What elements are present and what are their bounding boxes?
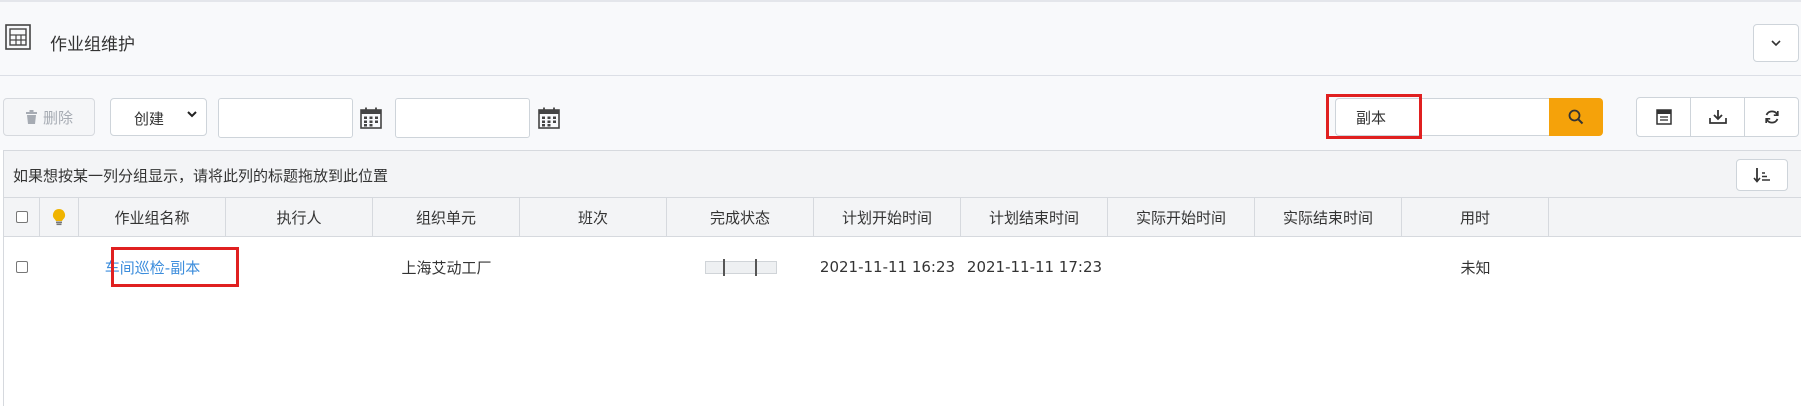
lightbulb-icon	[52, 208, 66, 226]
create-dropdown[interactable]: 创建	[110, 98, 207, 136]
report-grid-icon	[5, 24, 31, 50]
org-unit-cell: 上海艾动工厂	[401, 258, 492, 277]
completion-cell	[667, 237, 814, 297]
collapse-button[interactable]	[1753, 24, 1799, 62]
executor-cell	[226, 237, 373, 297]
export-icon	[1708, 110, 1727, 124]
column-header[interactable]: 实际结束时间	[1255, 198, 1402, 236]
column-header[interactable]: 实际开始时间	[1108, 198, 1255, 236]
grid-tools	[1636, 97, 1799, 137]
column-header[interactable]: 计划开始时间	[814, 198, 961, 236]
group-name-link[interactable]: 车间巡检-副本	[105, 257, 200, 278]
table-row[interactable]: 车间巡检-副本 上海艾动工厂 2021-11-11 16:23 2021-11-…	[4, 237, 1801, 297]
chevron-down-icon	[1771, 40, 1781, 47]
select-all-checkbox[interactable]	[15, 211, 28, 223]
page-header: 作业组维护	[0, 2, 1801, 76]
group-hint: 如果想按某一列分组显示，请将此列的标题拖放到此位置	[13, 167, 389, 185]
search-icon	[1568, 109, 1584, 125]
duration-cell: 未知	[1460, 258, 1491, 277]
column-header[interactable]: 用时	[1402, 198, 1549, 236]
delete-label: 删除	[42, 108, 73, 127]
delete-button[interactable]: 删除	[3, 98, 95, 136]
actual-end-cell	[1255, 237, 1402, 297]
actual-start-cell	[1108, 237, 1255, 297]
hint-column-header	[40, 198, 79, 236]
column-chooser-button[interactable]	[1637, 98, 1691, 136]
row-checkbox[interactable]	[16, 261, 28, 273]
trash-icon	[25, 110, 37, 124]
progress-tick	[754, 258, 757, 276]
name-cell: 车间巡检-副本	[79, 237, 226, 297]
sort-button[interactable]	[1736, 159, 1788, 191]
search-box	[1335, 98, 1603, 136]
shift-cell	[520, 237, 667, 297]
column-header[interactable]: 组织单元	[373, 198, 520, 236]
calendar-icon[interactable]	[360, 107, 382, 129]
refresh-button[interactable]	[1745, 98, 1798, 136]
table-header: 作业组名称 执行人 组织单元 班次 完成状态 计划开始时间 计划结束时间 实际开…	[4, 198, 1801, 237]
toolbar: 删除 创建	[0, 76, 1801, 150]
column-header[interactable]: 完成状态	[667, 198, 814, 236]
sort-icon	[1753, 168, 1770, 183]
row-select-cell	[4, 237, 40, 297]
export-button[interactable]	[1691, 98, 1745, 136]
create-label: 创建	[134, 110, 165, 128]
column-header[interactable]: 班次	[520, 198, 667, 236]
search-input[interactable]	[1335, 98, 1549, 136]
column-header[interactable]: 作业组名称	[79, 198, 226, 236]
column-header[interactable]: 计划结束时间	[961, 198, 1108, 236]
group-panel[interactable]: 如果想按某一列分组显示，请将此列的标题拖放到此位置	[4, 151, 1801, 198]
plan-start-cell: 2021-11-11 16:23	[819, 258, 956, 276]
chevron-down-icon	[187, 111, 197, 118]
completion-progress-bar	[704, 258, 777, 276]
data-grid: 如果想按某一列分组显示，请将此列的标题拖放到此位置 作业组名称 执行人 组织单元	[3, 150, 1801, 406]
column-header[interactable]: 执行人	[226, 198, 373, 236]
refresh-icon	[1764, 110, 1779, 124]
plan-end-cell: 2021-11-11 17:23	[966, 258, 1103, 276]
end-date-input[interactable]	[395, 98, 530, 138]
progress-tick	[722, 258, 725, 276]
select-all-cell	[4, 198, 40, 236]
column-chooser-icon	[1655, 109, 1672, 125]
start-date-input[interactable]	[218, 98, 353, 138]
search-button[interactable]	[1549, 98, 1603, 136]
calendar-icon[interactable]	[538, 107, 560, 129]
page-title: 作业组维护	[50, 35, 135, 55]
